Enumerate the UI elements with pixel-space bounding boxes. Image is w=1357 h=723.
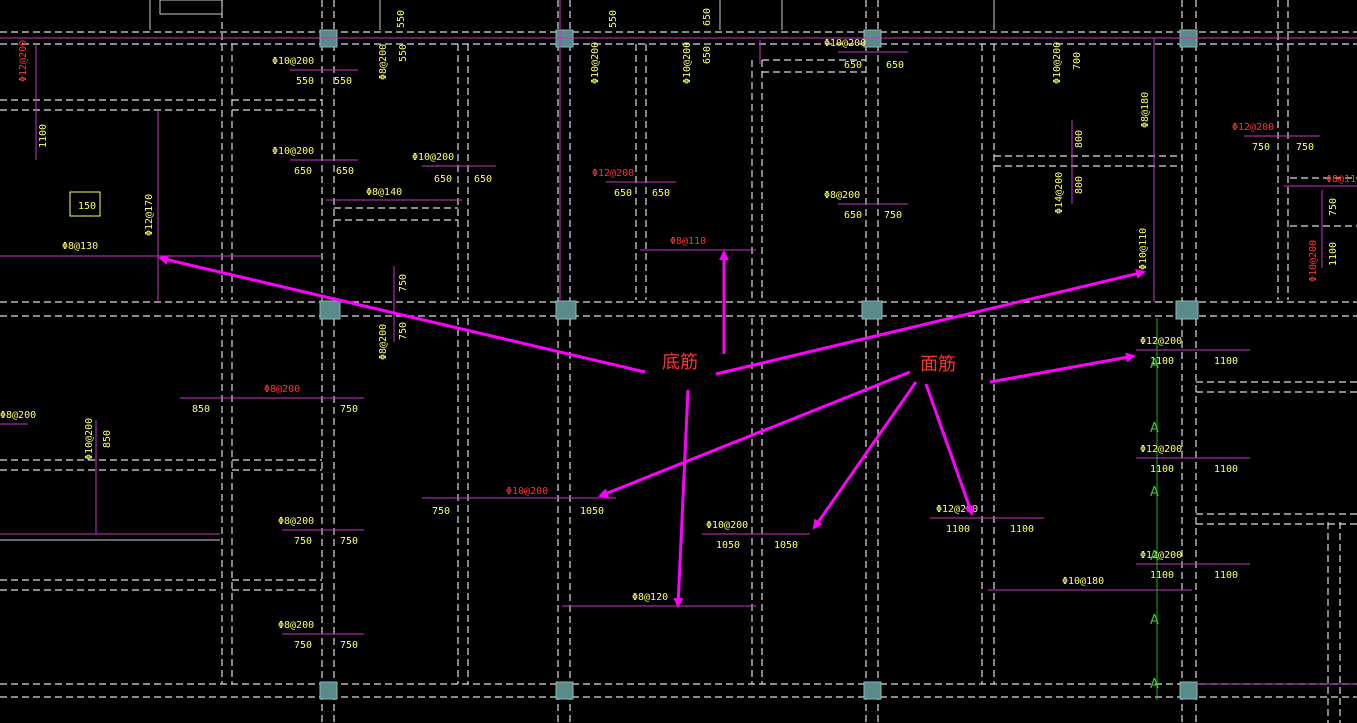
dimension-label: 650 bbox=[294, 166, 312, 177]
rebar-label: Φ8@140 bbox=[366, 187, 402, 198]
rebar-label: Φ10@200 bbox=[1308, 240, 1319, 282]
dimension-label: 550 bbox=[296, 76, 314, 87]
rebar-label: Φ8@200 bbox=[378, 44, 389, 80]
rebar-label: Φ8@200 bbox=[278, 516, 314, 527]
rebar-label: Φ10@200 bbox=[412, 152, 454, 163]
dimension-label: 1100 bbox=[1010, 524, 1034, 535]
dimension-label: 800 bbox=[1074, 130, 1085, 148]
section-mark: A bbox=[1150, 357, 1159, 372]
rebar-label: Φ8@130 bbox=[62, 241, 98, 252]
bottom-rebar-arrow bbox=[673, 389, 690, 608]
dimension-label: 850 bbox=[102, 430, 113, 448]
dimension-label: 650 bbox=[434, 174, 452, 185]
dimension-label: 750 bbox=[340, 404, 358, 415]
rebar-label: Φ8@200 bbox=[824, 190, 860, 201]
top-rebar-arrow bbox=[924, 383, 975, 516]
dimension-label: 750 bbox=[294, 640, 312, 651]
dimension-label: 650 bbox=[844, 60, 862, 71]
dimension-label: 750 bbox=[884, 210, 902, 221]
rebar-label: Φ14@200 bbox=[1054, 172, 1065, 214]
section-mark: A bbox=[1150, 421, 1159, 436]
rebar-label-group: Φ10@200 Φ10@200 Φ8@200 Φ8@200 Φ10@200 Φ1… bbox=[0, 38, 1357, 631]
rebar-label: Φ8@120 bbox=[632, 592, 668, 603]
dimension-label: 750 bbox=[294, 536, 312, 547]
rebar-label: Φ10@200 bbox=[84, 418, 95, 460]
dimension-label: 650 bbox=[614, 188, 632, 199]
rebar-label: Φ12@200 bbox=[18, 40, 29, 82]
dimension-label: 750 bbox=[1296, 142, 1314, 153]
dimension-label: 550 bbox=[334, 76, 352, 87]
rebar-label: Φ10@200 bbox=[272, 56, 314, 67]
dimension-label: 550 bbox=[396, 10, 407, 28]
dimension-label: 750 bbox=[432, 506, 450, 517]
dimension-label: 1050 bbox=[580, 506, 604, 517]
thickness-label: 150 bbox=[78, 201, 96, 212]
rebar-label: Φ10@200 bbox=[682, 42, 693, 84]
thickness-box: 150 bbox=[69, 191, 101, 217]
rebar-label: Φ10@200 bbox=[1052, 42, 1063, 84]
dimension-label: 650 bbox=[652, 188, 670, 199]
dimension-label: 650 bbox=[886, 60, 904, 71]
rebar-label: Φ10@180 bbox=[1062, 576, 1104, 587]
section-mark: A bbox=[1150, 677, 1159, 692]
dimension-label: 800 bbox=[1074, 176, 1085, 194]
dimension-label: 1100 bbox=[1214, 464, 1238, 475]
rebar-label: Φ8@200 bbox=[278, 620, 314, 631]
bottom-rebar-callout: 底筋 bbox=[662, 352, 698, 373]
dimension-label: 700 bbox=[1072, 52, 1083, 70]
rebar-label: Φ10@200 bbox=[824, 38, 866, 49]
dimension-label: 750 bbox=[340, 640, 358, 651]
dimension-label: 1100 bbox=[38, 124, 49, 148]
dimension-label: 750 bbox=[1252, 142, 1270, 153]
dimension-label: 1050 bbox=[774, 540, 798, 551]
dimension-label: 750 bbox=[1328, 198, 1339, 216]
dimension-label: 750 bbox=[340, 536, 358, 547]
section-mark: A bbox=[1150, 485, 1159, 500]
dimension-label: 550 bbox=[398, 44, 409, 62]
rebar-label: Φ12@200 bbox=[1232, 122, 1274, 133]
rebar-label: Φ8@180 bbox=[1140, 92, 1151, 128]
dimension-label: 1100 bbox=[1150, 570, 1174, 581]
dimension-label: 1100 bbox=[1150, 464, 1174, 475]
rebar-label: Φ8@200 bbox=[264, 384, 300, 395]
rebar-label: Φ12@200 bbox=[592, 168, 634, 179]
dimension-label: 850 bbox=[192, 404, 210, 415]
rebar-label: Φ8@200 bbox=[0, 410, 36, 421]
cad-drawing-canvas: 150 Φ10@200 Φ10@200 Φ8@200 Φ8@200 Φ10@20… bbox=[0, 0, 1357, 723]
dimension-label: 1100 bbox=[1328, 242, 1339, 266]
rebar-label: Φ8@200 bbox=[378, 324, 389, 360]
top-rebar-arrow bbox=[598, 370, 911, 498]
dimension-label: 650 bbox=[474, 174, 492, 185]
dimension-label: 1100 bbox=[1214, 570, 1238, 581]
rebar-label: Φ10@110 bbox=[1138, 228, 1149, 270]
dimension-label: 1050 bbox=[716, 540, 740, 551]
rebar-label: Φ12@200 bbox=[1140, 444, 1182, 455]
rebar-label: Φ8@110 bbox=[1326, 174, 1357, 185]
rebar-label: Φ12@170 bbox=[144, 194, 155, 236]
section-mark: A bbox=[1150, 549, 1159, 564]
rebar-label: Φ12@200 bbox=[1140, 550, 1182, 561]
dimension-label: 550 bbox=[608, 10, 619, 28]
dimension-label: 650 bbox=[844, 210, 862, 221]
dimension-label: 650 bbox=[336, 166, 354, 177]
dimension-label: 1100 bbox=[946, 524, 970, 535]
section-mark-group: A A A A A A bbox=[1150, 357, 1159, 692]
dimension-label: 650 bbox=[702, 46, 713, 64]
rebar-label: Φ12@200 bbox=[1140, 336, 1182, 347]
rebar-label: Φ10@200 bbox=[272, 146, 314, 157]
section-mark: A bbox=[1150, 613, 1159, 628]
rebar-label: Φ8@110 bbox=[670, 236, 706, 247]
top-rebar-arrow bbox=[989, 352, 1136, 384]
rebar-label: Φ10@200 bbox=[706, 520, 748, 531]
dimension-label: 1100 bbox=[1214, 356, 1238, 367]
rebar-label: Φ10@200 bbox=[590, 42, 601, 84]
top-rebar-callout: 面筋 bbox=[920, 354, 956, 375]
annotation-arrows bbox=[158, 250, 1146, 608]
dimension-label: 750 bbox=[398, 322, 409, 340]
rebar-label: Φ10@200 bbox=[506, 486, 548, 497]
dimension-label: 650 bbox=[702, 8, 713, 26]
dimension-label: 750 bbox=[398, 274, 409, 292]
